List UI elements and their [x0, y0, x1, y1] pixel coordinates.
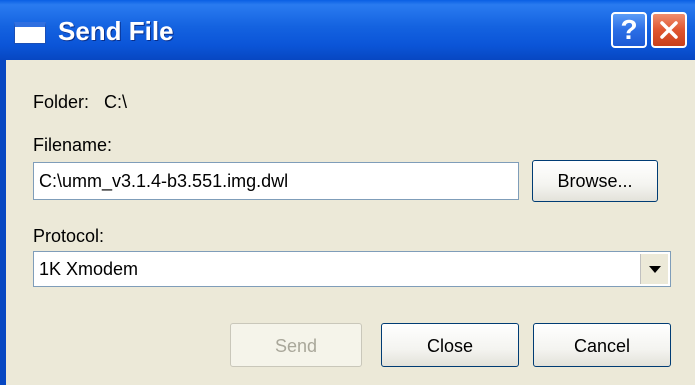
browse-button[interactable]: Browse...	[532, 160, 658, 202]
folder-label: Folder:	[33, 92, 90, 112]
window-frame-left	[0, 60, 6, 385]
close-icon	[660, 21, 678, 39]
cancel-button[interactable]: Cancel	[533, 323, 671, 367]
window-title: Send File	[58, 16, 174, 46]
protocol-select[interactable]: 1K Xmodem	[33, 251, 671, 287]
filename-value: C:\umm_v3.1.4-b3.551.img.dwl	[39, 171, 289, 191]
chevron-down-icon[interactable]	[640, 254, 668, 284]
filename-label: Filename:	[33, 135, 113, 155]
protocol-label: Protocol:	[33, 226, 105, 246]
folder-value: C:\	[104, 92, 128, 112]
window-icon	[14, 22, 46, 44]
help-button[interactable]: ?	[611, 12, 647, 48]
protocol-selected: 1K Xmodem	[39, 259, 139, 279]
title-bar[interactable]: Send File ?	[0, 0, 695, 60]
send-button[interactable]: Send	[230, 323, 362, 367]
close-button[interactable]: Close	[381, 323, 519, 367]
filename-input[interactable]: C:\umm_v3.1.4-b3.551.img.dwl	[33, 162, 519, 200]
help-icon: ?	[620, 14, 638, 45]
close-window-button[interactable]	[651, 12, 687, 48]
send-file-dialog: Send File ? Folder: C:\ Filename: C:\umm…	[0, 0, 695, 385]
